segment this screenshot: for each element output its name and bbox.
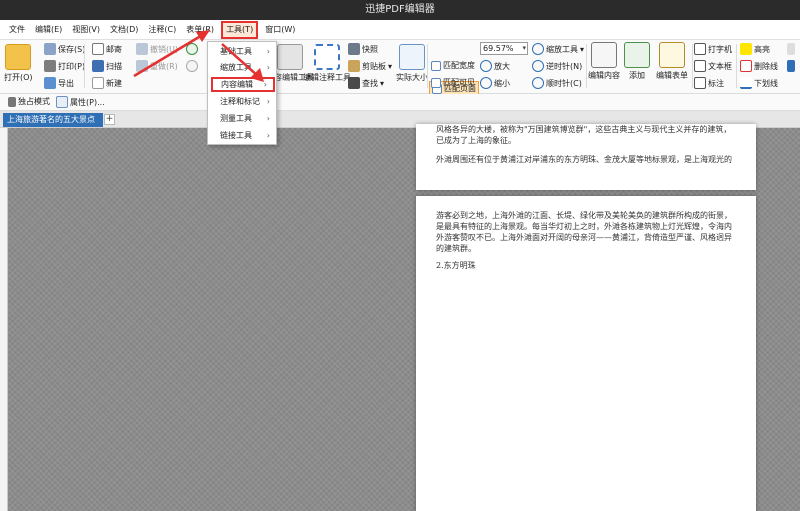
highlight-icon xyxy=(740,43,752,55)
minus-circle-icon xyxy=(480,77,492,89)
text-edit-icon xyxy=(591,42,617,68)
plus-circle-icon xyxy=(480,60,492,72)
scanner-icon xyxy=(92,60,104,72)
ribbon-separator xyxy=(692,44,693,88)
edit-form-button[interactable]: 编辑表单 xyxy=(656,42,688,81)
form-edit-icon xyxy=(659,42,685,68)
clipboard-button[interactable]: 剪贴板 ▾ xyxy=(348,60,392,72)
document-tab[interactable]: 上海旅游著名的五大景点 × xyxy=(3,113,114,127)
pdf-page-2: 游客必到之地，上海外滩的江面、长堤、绿化带及美轮美奂的建筑群所构成的街景，是最具… xyxy=(416,196,756,511)
zoom-select[interactable]: 69.57% ▾ xyxy=(480,42,528,55)
chevron-right-icon: › xyxy=(266,114,270,123)
open-button[interactable]: 打开(O) xyxy=(4,44,33,83)
save-icon xyxy=(44,43,56,55)
properties-button[interactable]: 属性(P)... xyxy=(56,96,105,108)
menu-file[interactable]: 文件 xyxy=(4,20,30,40)
annotation-arrow-to-tools-menu xyxy=(133,30,210,78)
clipboard-icon xyxy=(348,60,360,72)
zoom-out-button[interactable]: 缩小 xyxy=(480,77,510,89)
window-title: 迅捷PDF编辑器 xyxy=(0,0,800,20)
fit-width-icon xyxy=(431,60,441,71)
rotate-cw-icon xyxy=(532,77,544,89)
annotation-arrow-to-content-edit xyxy=(221,43,264,82)
find-button[interactable]: 查找 ▾ xyxy=(348,77,384,89)
sticky-mode-button[interactable]: 独占模式 xyxy=(8,96,50,107)
snapshot-button[interactable]: 快照 xyxy=(348,43,378,55)
ribbon-separator xyxy=(84,44,85,88)
print-button[interactable]: 打印(P) xyxy=(44,60,85,72)
menu-window[interactable]: 窗口(W) xyxy=(260,20,300,40)
chevron-down-icon: ▾ xyxy=(522,44,526,52)
fit-visible-button[interactable]: 匹配可见 xyxy=(431,77,475,88)
folder-icon xyxy=(5,44,32,70)
rotate-ccw-icon xyxy=(532,60,544,72)
cursor-icon xyxy=(277,44,303,70)
strikeout-icon xyxy=(740,60,752,72)
mail-icon xyxy=(92,43,104,55)
textbox-icon xyxy=(694,60,706,72)
rotate-cw-button[interactable]: 顺时针(C) xyxy=(532,77,582,89)
printer-icon xyxy=(44,60,56,72)
dropdown-item-link-tools[interactable]: 链接工具 › xyxy=(208,128,276,143)
rotate-ccw-button[interactable]: 逆时针(N) xyxy=(532,60,582,72)
zoom-in-button[interactable]: 放大 xyxy=(480,60,510,72)
strikeout-button[interactable]: 删除线 xyxy=(740,60,778,72)
callout-icon xyxy=(694,77,706,89)
menu-tools[interactable]: 工具(T) xyxy=(221,20,259,39)
page-heading: 2.东方明珠 xyxy=(436,261,476,270)
menu-bar: 文件 编辑(E) 视图(V) 文档(D) 注释(C) 表单(R) 工具(T) 窗… xyxy=(0,20,800,40)
pdf-page-1: 风格各异的大楼，被称为"万国建筑博览群"，这些古典主义与现代主义并存的建筑，已成… xyxy=(416,124,756,190)
select-annotation-icon xyxy=(314,44,340,70)
scan-button[interactable]: 扫描 xyxy=(92,60,122,72)
actual-size-button[interactable]: 实际大小 xyxy=(396,44,428,83)
fit-visible-icon xyxy=(431,77,441,88)
dropdown-item-measure-tools[interactable]: 测量工具 › xyxy=(208,111,276,126)
zoom-tool-button[interactable]: 缩放工具 ▾ xyxy=(532,43,584,55)
textbox-button[interactable]: 文本框 xyxy=(694,60,732,72)
fit-width-button[interactable]: 匹配宽度 xyxy=(431,60,475,71)
page-paragraph: 外滩周围还有位于黄浦江对岸浦东的东方明珠、金茂大厦等地标景观，是上海观光的 xyxy=(436,155,732,164)
paperclip-icon xyxy=(787,43,795,55)
secondary-toolbar: 独占模式 属性(P)... xyxy=(0,94,800,111)
callout-button[interactable]: 标注 xyxy=(694,77,724,89)
highlight-button[interactable]: 高亮 xyxy=(740,43,770,55)
chevron-right-icon: › xyxy=(266,97,270,106)
ribbon-separator xyxy=(586,44,587,88)
side-panel-collapsed[interactable] xyxy=(0,128,8,511)
stamp-button[interactable] xyxy=(787,60,795,72)
dropdown-item-annotation-markup[interactable]: 注释和标记 › xyxy=(208,94,276,109)
camera-icon xyxy=(348,43,360,55)
typewriter-button[interactable]: 打字机 xyxy=(694,43,732,55)
binoculars-icon xyxy=(348,77,360,89)
new-document-icon xyxy=(92,77,104,89)
chevron-right-icon: › xyxy=(266,131,270,140)
typewriter-icon xyxy=(694,43,706,55)
ribbon-separator xyxy=(427,44,428,88)
ribbon-separator xyxy=(736,44,737,88)
edit-content-button[interactable]: 编辑内容 xyxy=(588,42,620,81)
annotation-edit-tool-button[interactable]: 编辑注释工具 xyxy=(303,44,351,83)
pin-icon xyxy=(8,96,16,107)
menu-edit[interactable]: 编辑(E) xyxy=(30,20,67,40)
export-button[interactable]: 导出 xyxy=(44,77,74,89)
new-button[interactable]: 新建 xyxy=(92,77,122,89)
magnifier-icon xyxy=(532,43,544,55)
mail-button[interactable]: 邮寄 xyxy=(92,43,122,55)
stamp-icon xyxy=(787,60,795,72)
add-button[interactable]: 添加 xyxy=(624,42,650,81)
save-button[interactable]: 保存(S) xyxy=(44,43,85,55)
actual-size-icon xyxy=(399,44,425,70)
new-tab-button[interactable]: + xyxy=(104,114,115,125)
underline-button[interactable]: 下划线 xyxy=(740,77,778,89)
page-paragraph: 风格各异的大楼，被称为"万国建筑博览群"，这些古典主义与现代主义并存的建筑，已成… xyxy=(436,125,732,145)
page-paragraph: 游客必到之地，上海外滩的江面、长堤、绿化带及美轮美奂的建筑群所构成的街景，是最具… xyxy=(436,211,732,253)
document-viewport[interactable]: 风格各异的大楼，被称为"万国建筑博览群"，这些古典主义与现代主义并存的建筑，已成… xyxy=(0,124,800,511)
menu-view[interactable]: 视图(V) xyxy=(67,20,105,40)
properties-icon xyxy=(56,96,68,108)
ribbon-toolbar: 打开(O) 保存(S) 打印(P) 导出 邮寄 扫描 新建 撤销(U) 重做(R… xyxy=(0,40,800,96)
add-content-icon xyxy=(624,42,650,68)
export-icon xyxy=(44,77,56,89)
attach-button[interactable] xyxy=(787,43,795,55)
underline-icon xyxy=(740,77,752,89)
